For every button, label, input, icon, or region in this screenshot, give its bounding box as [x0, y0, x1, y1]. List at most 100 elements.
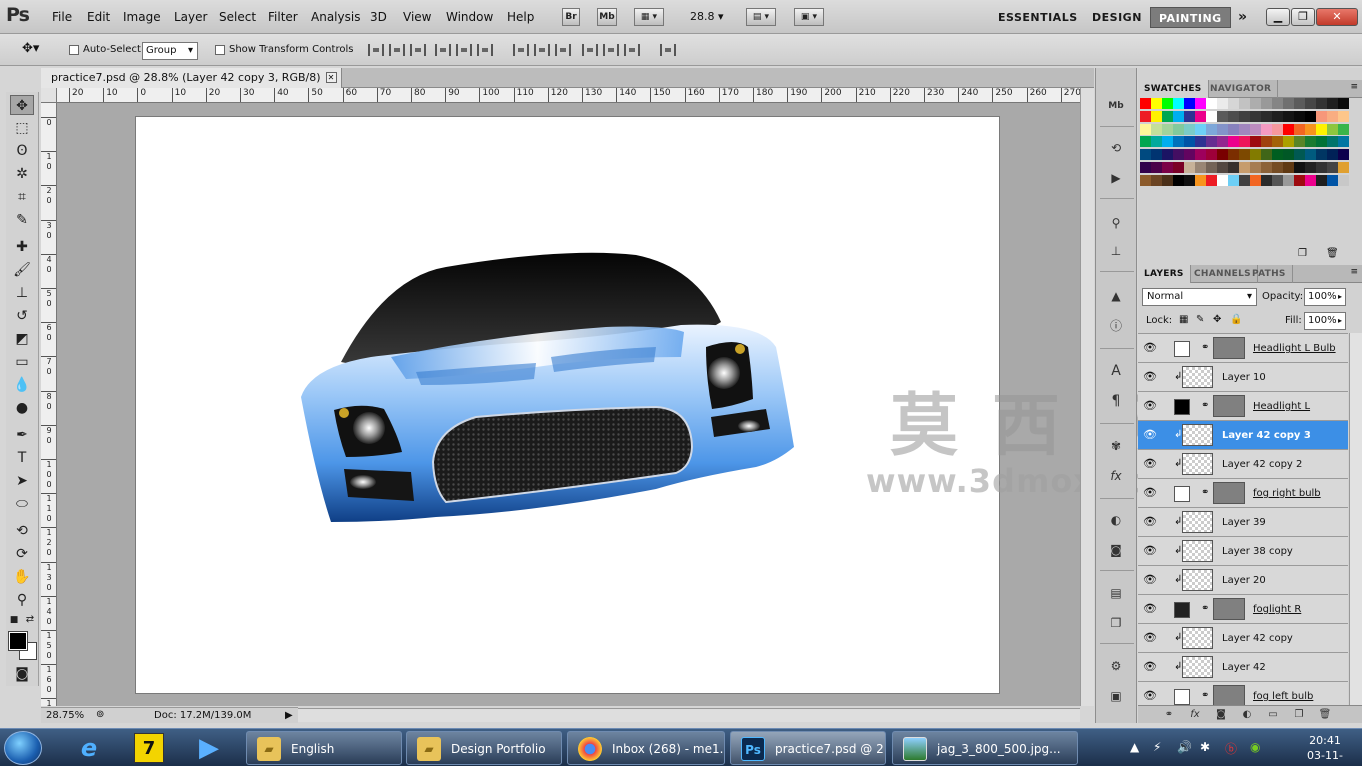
system-clock[interactable]: 20:41 03-11-2014 — [1294, 733, 1356, 766]
layer-name[interactable]: Layer 42 copy 2 — [1222, 459, 1302, 470]
color-swatch[interactable] — [1338, 136, 1349, 148]
restore-button[interactable]: ❐ — [1291, 8, 1315, 26]
lock-pixels-icon[interactable]: ✎ — [1196, 315, 1206, 325]
color-swatch[interactable] — [1140, 110, 1151, 122]
panel-menu-icon[interactable]: ≡ — [1350, 82, 1358, 92]
layer-row[interactable]: 👁 ↲ Layer 42 — [1138, 653, 1348, 682]
layer-name[interactable]: Layer 20 — [1222, 575, 1266, 586]
color-swatch[interactable] — [1261, 123, 1272, 135]
layer-mask-thumbnail[interactable] — [1213, 337, 1245, 359]
color-swatch[interactable] — [1173, 162, 1184, 173]
layer-name[interactable]: Headlight L — [1253, 401, 1310, 412]
quick-mask-icon[interactable]: ◙ — [10, 664, 34, 684]
eraser-tool-icon[interactable]: ◩ — [10, 329, 34, 349]
color-swatch[interactable] — [1261, 110, 1272, 122]
magic-wand-tool-icon[interactable]: ✲ — [10, 164, 34, 184]
layers-scrollbar[interactable] — [1349, 333, 1362, 705]
color-swatch[interactable] — [1195, 123, 1206, 135]
layer-name[interactable]: Layer 42 copy 3 — [1222, 430, 1311, 441]
color-swatch[interactable] — [1283, 123, 1294, 135]
gradient-tool-icon[interactable]: ▭ — [10, 352, 34, 372]
color-swatch[interactable] — [1195, 98, 1206, 109]
color-swatch[interactable] — [1327, 110, 1338, 122]
color-swatch[interactable] — [1316, 174, 1327, 186]
align-right-icon[interactable] — [477, 44, 493, 56]
color-swatch[interactable] — [1272, 98, 1283, 109]
color-swatch[interactable] — [1140, 149, 1151, 161]
layer-thumbnail[interactable] — [1182, 366, 1213, 388]
layer-thumbnail[interactable] — [1182, 511, 1213, 533]
lock-all-icon[interactable]: 🔒 — [1230, 315, 1242, 325]
menu-analysis[interactable]: Analysis — [311, 10, 360, 24]
color-swatch[interactable] — [1162, 136, 1173, 148]
close-window-button[interactable]: ✕ — [1316, 8, 1358, 26]
show-hidden-icons[interactable]: ▲ — [1130, 740, 1139, 754]
color-swatch[interactable] — [1151, 123, 1162, 135]
taskbar-task[interactable]: Ps practice7.psd @ 2... — [730, 731, 886, 765]
layer-fill-thumbnail[interactable] — [1174, 602, 1190, 618]
move-tool-icon[interactable]: ✥ — [10, 95, 34, 115]
crop-tool-icon[interactable]: ⌗ — [10, 187, 34, 207]
layer-fill-thumbnail[interactable] — [1174, 486, 1190, 502]
blur-tool-icon[interactable]: 💧 — [10, 375, 34, 395]
volume-icon[interactable]: 🔊 — [1177, 740, 1192, 754]
color-swatch[interactable] — [1140, 98, 1151, 109]
color-swatch[interactable] — [1206, 162, 1217, 173]
mini-bridge-button[interactable]: Mb — [597, 8, 617, 26]
color-swatch[interactable] — [1162, 110, 1173, 122]
color-panel-icon[interactable]: ✾ — [1105, 436, 1127, 456]
color-swatch[interactable] — [1217, 162, 1228, 173]
workspace-painting[interactable]: PAINTING — [1150, 7, 1231, 28]
color-swatch[interactable] — [1283, 136, 1294, 148]
color-swatch[interactable] — [1261, 136, 1272, 148]
color-swatch[interactable] — [1162, 98, 1173, 109]
color-swatch[interactable] — [1184, 98, 1195, 109]
color-swatch[interactable] — [1140, 162, 1151, 173]
layer-row[interactable]: 👁 ⚭ fog right bulb — [1138, 479, 1348, 508]
mask-link-icon[interactable]: ⚭ — [1201, 342, 1209, 353]
color-swatch[interactable] — [1272, 149, 1283, 161]
layer-name[interactable]: Layer 42 — [1222, 662, 1266, 673]
layer-style-icon[interactable]: fx — [1188, 708, 1202, 722]
color-swatch[interactable] — [1162, 149, 1173, 161]
color-swatch[interactable] — [1294, 110, 1305, 122]
menu-file[interactable]: File — [52, 10, 72, 24]
visibility-eye-icon[interactable]: 👁 — [1143, 603, 1157, 615]
tray-app-icon[interactable]: ✱ — [1200, 740, 1210, 754]
color-swatch[interactable] — [1294, 162, 1305, 173]
distribute-hcenter-icon[interactable] — [603, 44, 619, 56]
blend-mode-dropdown[interactable]: Normal ▾ — [1142, 288, 1257, 306]
color-swatch[interactable] — [1151, 98, 1162, 109]
layer-row[interactable]: 👁 ⚭ Headlight L — [1138, 392, 1348, 421]
distribute-bottom-icon[interactable] — [555, 44, 571, 56]
start-button[interactable] — [4, 731, 42, 765]
color-swatch[interactable] — [1228, 162, 1239, 173]
document-canvas[interactable] — [136, 117, 999, 693]
menu-image[interactable]: Image — [123, 10, 161, 24]
color-swatch[interactable] — [1184, 110, 1195, 122]
tab-navigator[interactable]: NAVIGATOR — [1204, 80, 1279, 98]
workspace-design[interactable]: DESIGN — [1084, 7, 1150, 28]
color-swatch[interactable] — [1195, 162, 1206, 173]
color-swatch[interactable] — [1162, 162, 1173, 173]
link-layers-icon[interactable]: ⚭ — [1162, 708, 1176, 722]
nvidia-icon[interactable]: ◉ — [1250, 740, 1260, 754]
color-swatch[interactable] — [1272, 162, 1283, 173]
color-swatch[interactable] — [1173, 136, 1184, 148]
status-menu-arrow-icon[interactable]: ▶ — [285, 710, 293, 721]
align-vcenter-icon[interactable] — [389, 44, 405, 56]
color-swatch[interactable] — [1250, 174, 1261, 186]
color-swatch[interactable] — [1250, 149, 1261, 161]
history-brush-tool-icon[interactable]: ↺ — [10, 306, 34, 326]
visibility-eye-icon[interactable]: 👁 — [1143, 458, 1157, 470]
distribute-top-icon[interactable] — [513, 44, 529, 56]
animation-panel-icon[interactable]: ▣ — [1105, 686, 1127, 706]
color-swatch[interactable] — [1316, 162, 1327, 173]
layer-row[interactable]: 👁 ↲ Layer 42 copy — [1138, 624, 1348, 653]
menu-layer[interactable]: Layer — [174, 10, 207, 24]
zoom-tool-icon[interactable]: ⚲ — [10, 590, 34, 610]
distribute-left-icon[interactable] — [582, 44, 598, 56]
color-swatch[interactable] — [1151, 110, 1162, 122]
eyedropper-tool-icon[interactable]: ✎ — [10, 210, 34, 230]
color-swatch[interactable] — [1217, 174, 1228, 186]
